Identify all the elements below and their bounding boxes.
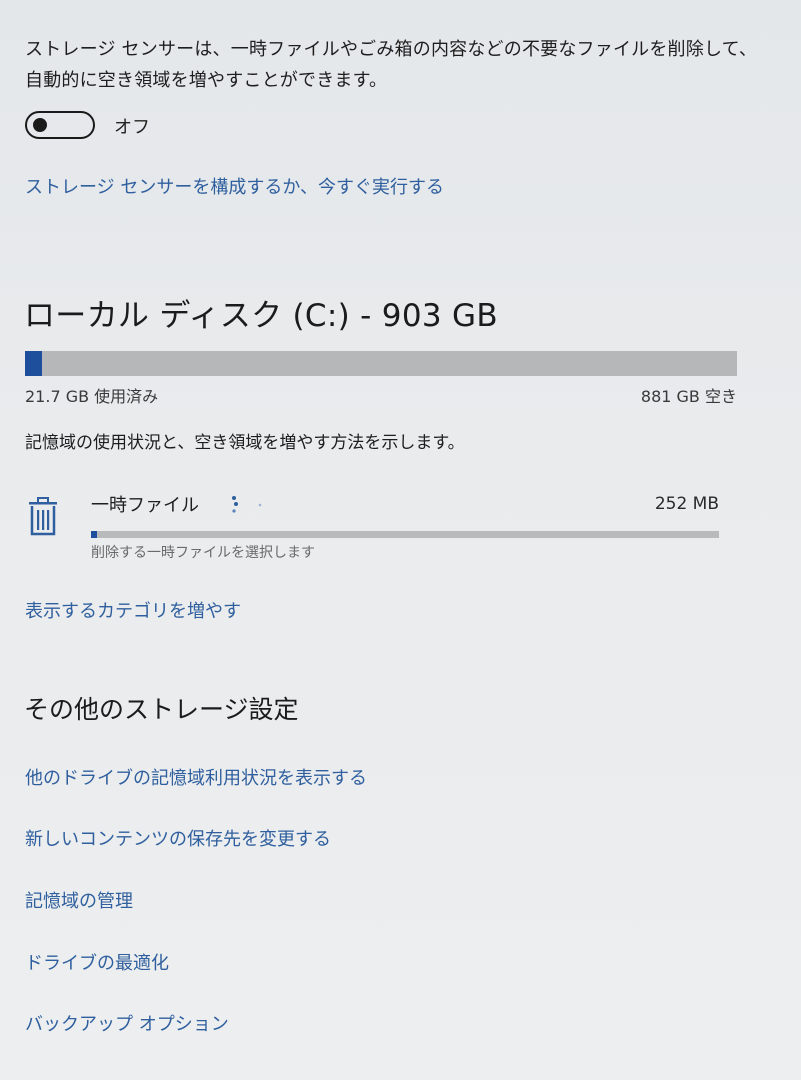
- loading-spinner-icon: [226, 493, 266, 517]
- toggle-state-label: オフ: [114, 117, 150, 138]
- show-more-categories-link[interactable]: 表示するカテゴリを増やす: [25, 597, 241, 623]
- configure-storage-sense-link[interactable]: ストレージ センサーを構成するか、今すぐ実行する: [25, 173, 444, 199]
- category-size-temp-files: 252 MB: [654, 494, 719, 514]
- toggle-knob: [33, 118, 47, 132]
- disk-title: ローカル ディスク (C:) - 903 GB: [24, 298, 498, 334]
- category-usage-fill: [91, 531, 98, 538]
- disk-usage-fill: [25, 351, 43, 376]
- disk-used-label: 21.7 GB 使用済み: [25, 387, 159, 406]
- change-save-location-link[interactable]: 新しいコンテンツの保存先を変更する: [25, 825, 331, 851]
- storage-sense-description: ストレージ センサーは、一時ファイルやごみ箱の内容などの不要なファイルを削除して…: [25, 39, 758, 91]
- trash-icon[interactable]: [26, 497, 60, 537]
- disk-info-text: 記憶域の使用状況と、空き領域を増やす方法を示します。: [25, 433, 465, 453]
- backup-options-link[interactable]: バックアップ オプション: [25, 1010, 229, 1036]
- category-subtitle-temp-files: 削除する一時ファイルを選択します: [91, 545, 315, 561]
- disk-free-label: 881 GB 空き: [640, 387, 737, 406]
- category-name-temp-files[interactable]: 一時ファイル: [91, 491, 199, 517]
- storage-sense-toggle[interactable]: [25, 111, 95, 139]
- view-other-drives-link[interactable]: 他のドライブの記憶域利用状況を表示する: [25, 764, 367, 790]
- category-usage-bar[interactable]: [91, 531, 719, 538]
- other-storage-settings-heading: その他のストレージ設定: [24, 695, 299, 724]
- optimize-drives-link[interactable]: ドライブの最適化: [25, 949, 169, 975]
- disk-usage-bar[interactable]: [25, 351, 737, 376]
- manage-storage-link[interactable]: 記憶域の管理: [25, 887, 133, 913]
